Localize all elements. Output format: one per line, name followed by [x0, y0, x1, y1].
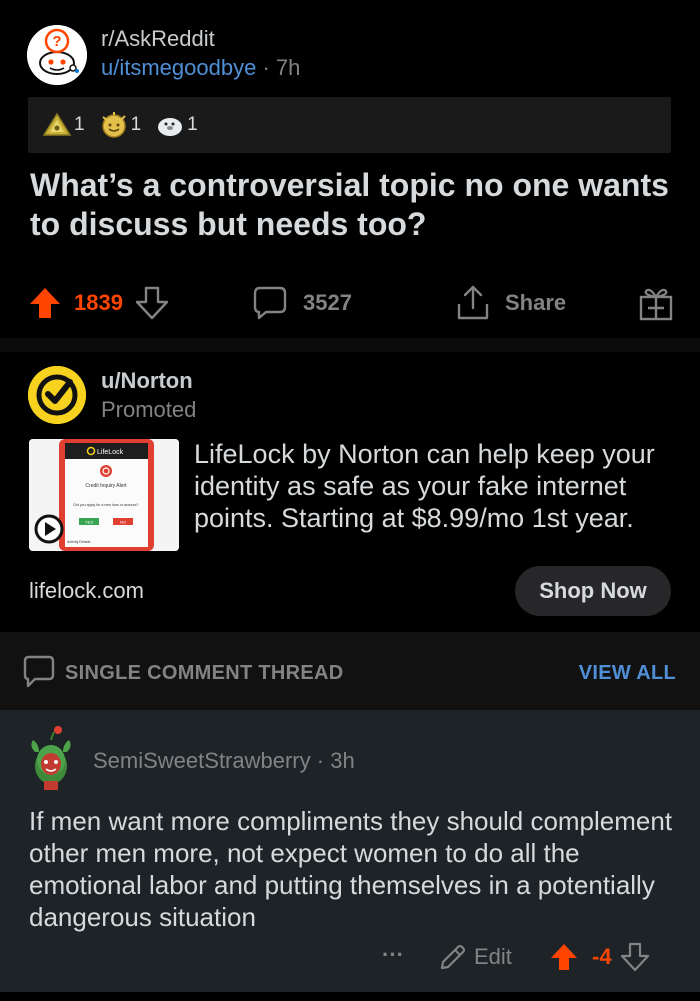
gift-icon — [639, 288, 673, 321]
comment-meta: SemiSweetStrawberry · 3h — [93, 748, 355, 774]
edit-label: Edit — [474, 944, 512, 969]
upvote-arrow-icon[interactable] — [28, 286, 62, 320]
shop-now-button[interactable]: Shop Now — [515, 566, 671, 616]
svg-text:?: ? — [52, 33, 61, 50]
thumb-yes-text: YES — [85, 520, 93, 525]
post-card: ? r/AskReddit u/itsmegoodbye · 7h 1 1 1 … — [0, 0, 700, 338]
post-actions: 1839 3527 Share — [0, 280, 700, 324]
seal-award-icon — [158, 118, 183, 136]
more-options-button[interactable]: ··· — [382, 942, 404, 968]
downvote-arrow-icon[interactable] — [135, 286, 169, 320]
commenter-avatar[interactable] — [24, 724, 78, 790]
comment-card: SemiSweetStrawberry · 3h If men want mor… — [0, 710, 700, 992]
comment-count: 3527 — [303, 290, 352, 315]
award-wholesome: 1 — [99, 111, 142, 139]
promoted-ad: u/Norton Promoted LifeLock Credit Inquir… — [0, 352, 700, 632]
single-thread-bar: SINGLE COMMENT THREAD VIEW ALL — [0, 632, 700, 710]
awards-bar[interactable]: 1 1 1 — [28, 97, 671, 153]
award-count: 1 — [187, 114, 198, 135]
thumb-question-text: Did you apply for a new loan or account? — [73, 503, 138, 507]
thumb-heading-text: Credit Inquiry Alert — [85, 483, 127, 489]
post-meta: u/itsmegoodbye · 7h — [101, 55, 300, 81]
upvote-arrow-icon[interactable] — [549, 942, 579, 972]
comment-actions: ··· Edit -4 — [0, 942, 700, 978]
share-icon — [457, 285, 489, 320]
award-helpful: 1 — [42, 112, 85, 138]
thread-label: SINGLE COMMENT THREAD — [65, 662, 344, 684]
thumb-footer-text: Activity Details — [67, 540, 91, 544]
share-label: Share — [505, 290, 567, 315]
award-seal: 1 — [155, 112, 198, 138]
meta-separator: · — [310, 748, 331, 773]
thumb-brand-text: LifeLock — [97, 449, 124, 456]
section-divider — [0, 338, 700, 352]
upvote-group: 1839 — [28, 286, 169, 320]
award-button[interactable] — [638, 284, 674, 322]
subreddit-avatar[interactable]: ? — [27, 25, 87, 85]
meta-separator: · — [256, 55, 276, 80]
comment-bubble-icon — [253, 286, 287, 320]
thumb-no-text: NO — [120, 520, 126, 525]
award-count: 1 — [130, 114, 142, 135]
edit-button[interactable]: Edit — [438, 942, 512, 972]
pencil-icon — [440, 944, 466, 970]
comments-button[interactable]: 3527 — [252, 285, 352, 321]
comment-body: If men want more compliments they should… — [29, 806, 673, 932]
share-button[interactable]: Share — [455, 284, 566, 322]
ad-video-thumbnail[interactable]: LifeLock Credit Inquiry Alert Did you ap… — [29, 439, 179, 551]
comment-vote-group: -4 — [549, 942, 650, 972]
wholesome-award-icon — [101, 112, 126, 138]
ad-username[interactable]: u/Norton — [101, 368, 193, 394]
award-count: 1 — [74, 114, 85, 135]
helpful-award-icon — [42, 112, 72, 136]
downvote-arrow-icon[interactable] — [620, 942, 650, 972]
post-age: 7h — [275, 55, 301, 80]
bottom-strip — [0, 992, 700, 1001]
post-score: 1839 — [74, 290, 123, 315]
promoted-label: Promoted — [101, 397, 197, 422]
ad-copy[interactable]: LifeLock by Norton can help keep your id… — [194, 438, 684, 534]
view-all-link[interactable]: VIEW ALL — [579, 662, 676, 685]
comment-bubble-icon — [23, 655, 55, 688]
comment-author[interactable]: SemiSweetStrawberry — [93, 748, 311, 773]
norton-logo[interactable] — [28, 366, 86, 424]
comment-age: 3h — [330, 748, 355, 773]
comment-score: -4 — [592, 944, 612, 969]
post-title[interactable]: What’s a controversial topic no one want… — [30, 166, 670, 244]
subreddit-name[interactable]: r/AskReddit — [101, 26, 215, 52]
ad-domain-link[interactable]: lifelock.com — [29, 578, 144, 604]
post-author[interactable]: u/itsmegoodbye — [101, 55, 256, 80]
